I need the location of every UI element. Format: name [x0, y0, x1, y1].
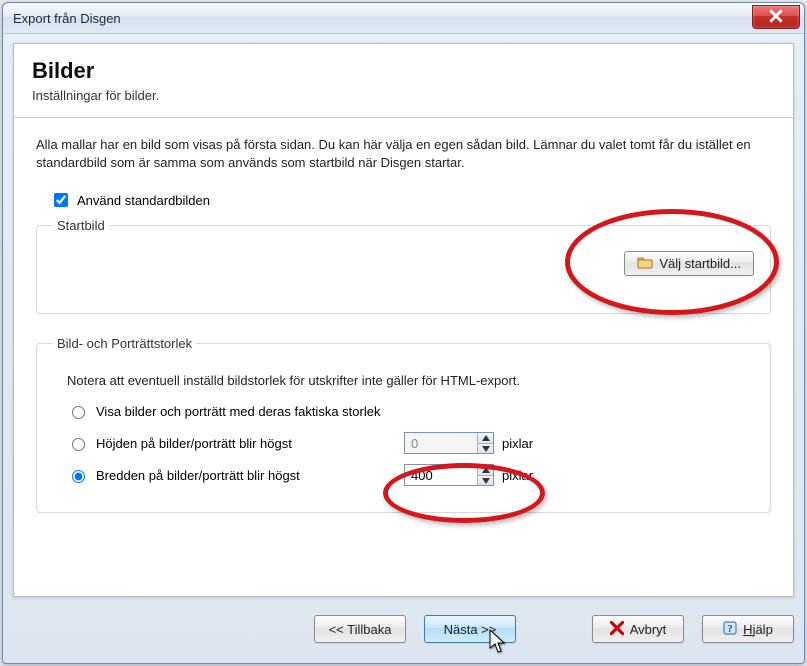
window-title: Export från Disgen	[13, 11, 121, 26]
width-spinner[interactable]	[404, 464, 494, 486]
size-opt-height-radio[interactable]	[72, 438, 85, 451]
size-opt-width-label: Bredden på bilder/porträtt blir högst	[96, 468, 396, 483]
use-default-row: Använd standardbilden	[50, 190, 771, 210]
size-opt-height-row: Höjden på bilder/porträtt blir högst pix…	[67, 432, 754, 454]
intro-text: Alla mallar har en bild som visas på för…	[36, 136, 771, 172]
close-button[interactable]	[752, 5, 800, 29]
spin-up-icon[interactable]	[477, 465, 493, 476]
startbild-group: Startbild Välj startbild...	[36, 218, 771, 314]
startbild-legend: Startbild	[53, 218, 109, 233]
titlebar: Export från Disgen	[3, 3, 804, 34]
height-unit: pixlar	[502, 436, 552, 451]
spin-down-icon[interactable]	[477, 476, 493, 486]
svg-text:?: ?	[727, 623, 733, 635]
dialog-window: Export från Disgen Bilder Inställningar …	[2, 2, 805, 664]
spin-down-icon[interactable]	[477, 444, 493, 454]
back-button[interactable]: << Tillbaka	[314, 615, 406, 643]
use-default-checkbox[interactable]	[54, 193, 68, 207]
choose-start-image-button[interactable]: Välj startbild...	[624, 251, 754, 276]
cancel-button[interactable]: Avbryt	[592, 615, 684, 643]
size-legend: Bild- och Porträttstorlek	[53, 336, 196, 351]
help-button[interactable]: ? Hjälp	[702, 615, 794, 643]
cancel-icon	[610, 621, 624, 638]
dialog-button-bar: << Tillbaka Nästa >> Avbryt ? Hjälp	[13, 609, 794, 649]
size-note: Notera att eventuell inställd bildstorle…	[67, 373, 754, 388]
next-button[interactable]: Nästa >>	[424, 615, 516, 643]
open-folder-icon	[637, 255, 653, 272]
back-label: << Tillbaka	[329, 622, 392, 637]
cancel-label: Avbryt	[630, 622, 667, 637]
size-opt-height-label: Höjden på bilder/porträtt blir högst	[96, 436, 396, 451]
page-title: Bilder	[32, 58, 775, 84]
content-panel: Bilder Inställningar för bilder. Alla ma…	[13, 43, 794, 597]
height-spinner[interactable]	[404, 432, 494, 454]
page-body: Alla mallar har en bild som visas på för…	[14, 118, 793, 553]
size-opt-width-row: Bredden på bilder/porträtt blir högst pi…	[67, 464, 754, 486]
next-label: Nästa >>	[444, 622, 497, 637]
height-spin-arrows[interactable]	[477, 433, 493, 453]
spin-up-icon[interactable]	[477, 433, 493, 444]
width-spin-arrows[interactable]	[477, 465, 493, 485]
use-default-label: Använd standardbilden	[77, 193, 210, 208]
size-opt-actual-label: Visa bilder och porträtt med deras fakti…	[96, 404, 396, 419]
size-group: Bild- och Porträttstorlek Notera att eve…	[36, 336, 771, 513]
close-icon	[769, 9, 783, 26]
help-icon: ?	[723, 621, 737, 638]
choose-start-image-label: Välj startbild...	[659, 256, 741, 271]
size-opt-width-radio[interactable]	[72, 470, 85, 483]
help-label: Hjälp	[743, 622, 773, 637]
page-subtitle: Inställningar för bilder.	[32, 88, 775, 103]
page-header: Bilder Inställningar för bilder.	[14, 44, 793, 118]
width-unit: pixlar	[502, 468, 552, 483]
size-opt-actual-row: Visa bilder och porträtt med deras fakti…	[67, 400, 754, 422]
size-opt-actual-radio[interactable]	[72, 406, 85, 419]
